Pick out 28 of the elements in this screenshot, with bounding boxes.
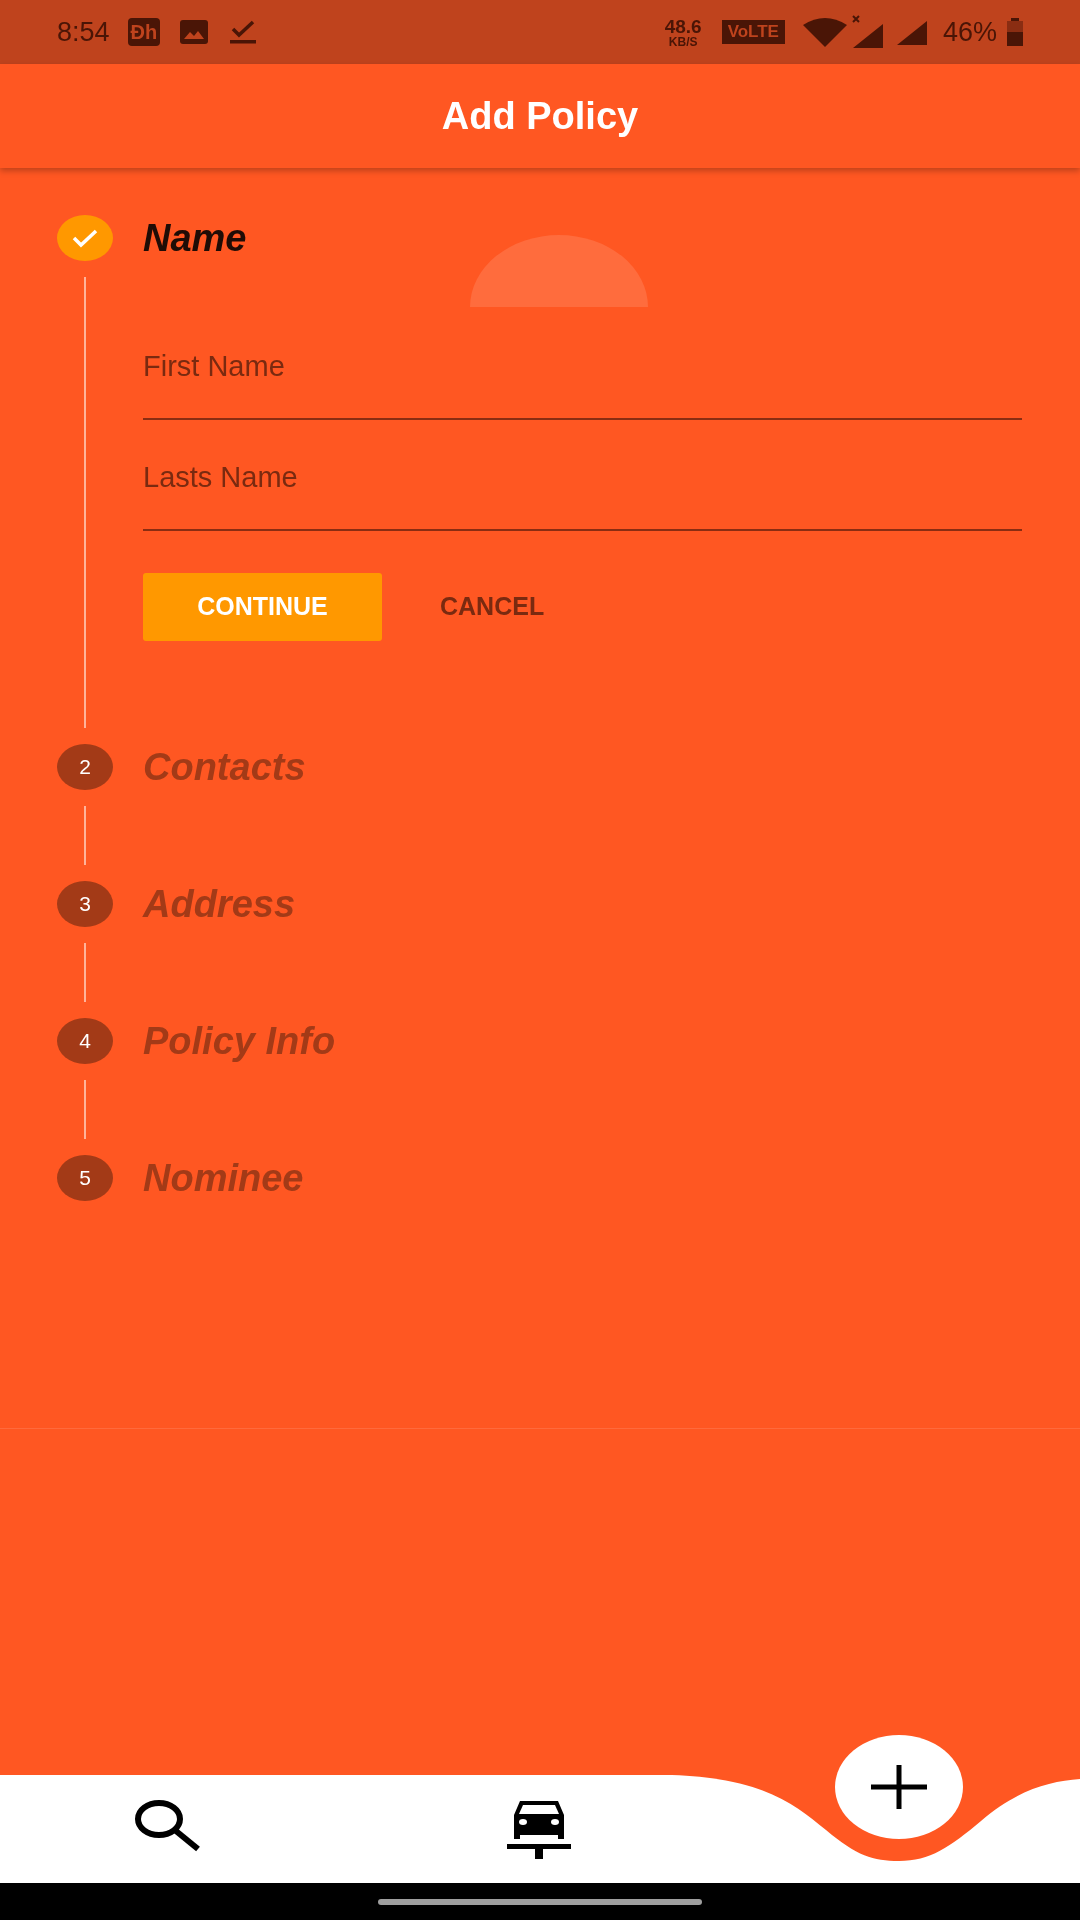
cancel-button[interactable]: CANCEL — [422, 573, 563, 641]
battery-percent: 46% — [942, 15, 997, 49]
app-title: Add Policy — [441, 93, 639, 139]
wifi-icon — [802, 17, 847, 47]
step-number: 5 — [79, 1165, 91, 1192]
step-title[interactable]: Contacts — [143, 738, 306, 796]
home-indicator[interactable] — [378, 1898, 702, 1905]
text-field[interactable]: First Name — [143, 330, 1022, 420]
app-badge: Ɖh — [127, 18, 161, 46]
clock: 8:54 — [57, 15, 110, 49]
step-number: 2 — [79, 754, 91, 781]
speed-unit: KB/S — [668, 35, 698, 48]
download-done-icon — [230, 20, 257, 44]
battery-icon — [1007, 18, 1023, 46]
step-title[interactable]: Policy Info — [143, 1012, 336, 1070]
step-number: 3 — [79, 891, 91, 918]
step-title[interactable]: Address — [143, 875, 296, 933]
car-icon[interactable] — [507, 1799, 571, 1859]
text-field[interactable]: Lasts Name — [143, 441, 1022, 531]
continue-button[interactable]: CONTINUE — [143, 573, 382, 641]
image-icon — [180, 20, 209, 44]
check-icon — [72, 228, 98, 248]
step-title[interactable]: Nominee — [143, 1149, 304, 1207]
plus-icon — [871, 1765, 927, 1809]
step-title[interactable]: Name — [143, 209, 247, 267]
step-number: 4 — [79, 1028, 91, 1055]
volte-badge: VoLTE — [721, 20, 785, 44]
network-speed: 48.6 — [664, 16, 702, 36]
